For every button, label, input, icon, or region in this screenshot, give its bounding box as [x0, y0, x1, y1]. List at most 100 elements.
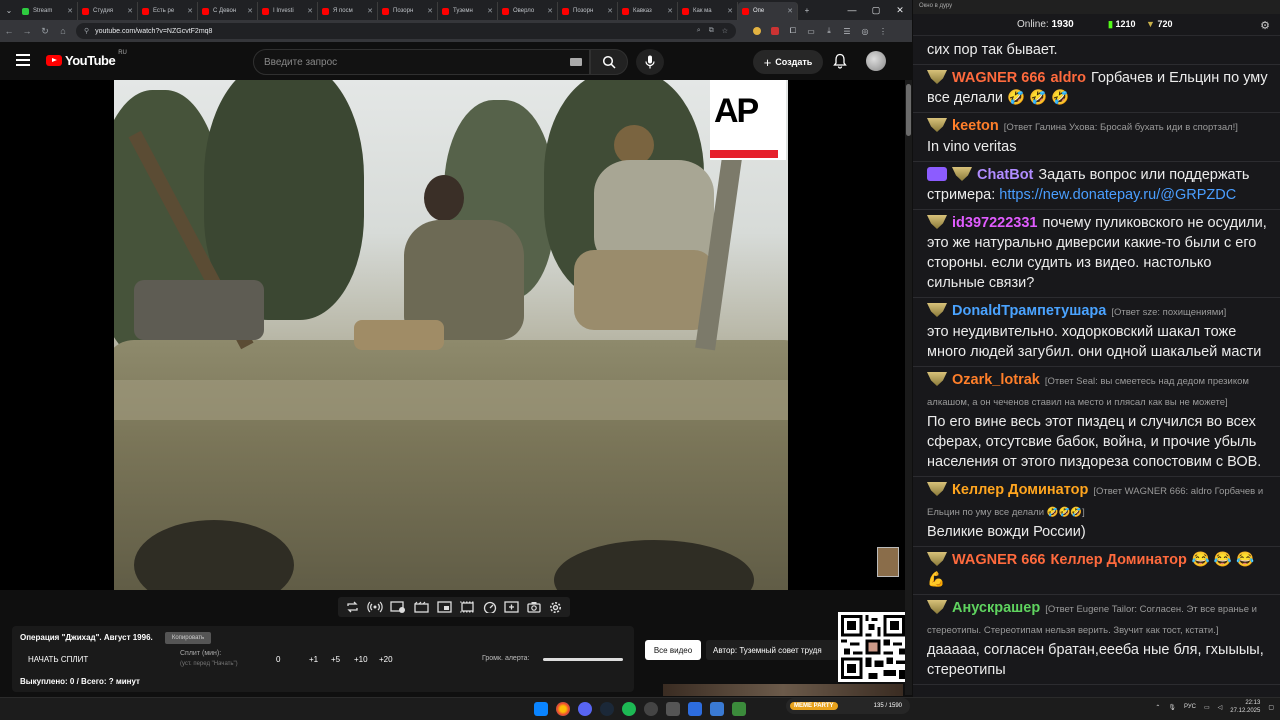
- chrome-icon[interactable]: [556, 702, 570, 716]
- url-field[interactable]: ⚲ youtube.com/watch?v=NZGcvtF2mq8 ⌕ ⧉ ☆: [76, 23, 736, 39]
- tab-close-icon[interactable]: ✕: [607, 7, 613, 15]
- notifications-bell-icon[interactable]: [832, 53, 848, 69]
- tab-close-icon[interactable]: ✕: [367, 7, 373, 15]
- spotify-icon[interactable]: [622, 702, 636, 716]
- youtube-logo[interactable]: YouTube RU: [46, 50, 127, 68]
- tab-close-icon[interactable]: ✕: [187, 7, 193, 15]
- voice-search-button[interactable]: [636, 49, 664, 75]
- tab-close-icon[interactable]: ✕: [667, 7, 673, 15]
- tab-close-icon[interactable]: ✕: [307, 7, 313, 15]
- broadcast-icon[interactable]: [366, 601, 383, 613]
- film-icon[interactable]: [459, 601, 475, 613]
- add-clip-icon[interactable]: [504, 601, 520, 613]
- extension-icon[interactable]: [768, 24, 782, 38]
- start-split-button[interactable]: НАЧАТЬ СПЛИТ: [28, 655, 88, 664]
- tab-close-icon[interactable]: ✕: [487, 7, 493, 15]
- discord-icon[interactable]: [578, 702, 592, 716]
- chat-mention[interactable]: aldro: [1050, 70, 1085, 86]
- repeat-icon[interactable]: [346, 601, 359, 613]
- split-plus-5-button[interactable]: +5: [331, 655, 340, 664]
- scrollbar-thumb[interactable]: [906, 84, 911, 136]
- app-icon[interactable]: [688, 702, 702, 716]
- split-icon[interactable]: ▭: [804, 24, 818, 38]
- obs-icon[interactable]: [644, 702, 658, 716]
- chat-nick[interactable]: Ozark_lotrak: [952, 372, 1040, 388]
- tab-close-icon[interactable]: ✕: [127, 7, 133, 15]
- forward-icon[interactable]: →: [18, 22, 36, 40]
- meme-party-widget[interactable]: MEME PARTY 135 / 1590: [786, 698, 910, 714]
- split-value[interactable]: 0: [276, 655, 280, 664]
- browser-tab[interactable]: Stream ✕: [18, 2, 78, 20]
- chat-nick[interactable]: WAGNER 666: [952, 552, 1045, 568]
- network-icon[interactable]: ▭: [1204, 704, 1210, 711]
- keyboard-icon[interactable]: [570, 58, 582, 66]
- camera-icon[interactable]: [527, 601, 541, 613]
- clip-icon[interactable]: [414, 601, 429, 613]
- extension-icon[interactable]: [750, 24, 764, 38]
- chat-nick[interactable]: keeton: [952, 118, 999, 134]
- maximize-button[interactable]: ▢: [864, 0, 888, 20]
- donate-link[interactable]: https://new.donatepay.ru/@GRPZDC: [999, 187, 1236, 203]
- clock[interactable]: 22:13 27.12.2025: [1230, 699, 1260, 715]
- notifications-icon[interactable]: ▢: [1268, 704, 1274, 711]
- tab-close-icon[interactable]: ✕: [787, 7, 793, 15]
- app-icon[interactable]: [666, 702, 680, 716]
- browser-tab[interactable]: Опе ✕: [738, 2, 798, 20]
- tab-search-icon[interactable]: ⌄: [0, 1, 18, 19]
- account-icon[interactable]: ◎: [858, 24, 872, 38]
- search-button[interactable]: [590, 49, 628, 75]
- tab-close-icon[interactable]: ✕: [727, 7, 733, 15]
- tab-close-icon[interactable]: ✕: [547, 7, 553, 15]
- tab-close-icon[interactable]: ✕: [427, 7, 433, 15]
- browser-tab[interactable]: Позорн ✕: [558, 2, 618, 20]
- overlay-thumbnail[interactable]: [877, 547, 899, 577]
- chat-nick[interactable]: Келлер Доминатор: [952, 482, 1088, 498]
- app-icon[interactable]: [732, 702, 746, 716]
- new-tab-button[interactable]: +: [798, 1, 816, 19]
- chat-settings-icon[interactable]: ⚙: [1260, 19, 1270, 32]
- browser-tab[interactable]: I Investi ✕: [258, 2, 318, 20]
- language-indicator[interactable]: РУС: [1184, 704, 1196, 710]
- volume-icon[interactable]: ◁: [1218, 704, 1223, 711]
- browser-tab[interactable]: Я посм ✕: [318, 2, 378, 20]
- browser-tab[interactable]: Кавказ ✕: [618, 2, 678, 20]
- split-plus-1-button[interactable]: +1: [309, 655, 318, 664]
- avatar[interactable]: [866, 51, 886, 71]
- browser-tab[interactable]: Оверло ✕: [498, 2, 558, 20]
- tab-close-icon[interactable]: ✕: [247, 7, 253, 15]
- tray-chevron-icon[interactable]: ⌃: [1155, 704, 1160, 711]
- split-plus-20-button[interactable]: +20: [379, 655, 393, 664]
- extensions-puzzle-icon[interactable]: ⧠: [786, 24, 800, 38]
- tab-close-icon[interactable]: ✕: [67, 7, 73, 15]
- close-window-button[interactable]: ✕: [888, 0, 912, 20]
- alert-volume-slider[interactable]: [543, 658, 623, 661]
- browser-tab[interactable]: Как ма ✕: [678, 2, 738, 20]
- browser-tab[interactable]: С Девон ✕: [198, 2, 258, 20]
- windows-start-icon[interactable]: [534, 702, 548, 716]
- browser-tab[interactable]: Туземн ✕: [438, 2, 498, 20]
- menu-hamburger-icon[interactable]: [16, 54, 30, 66]
- chat-nick[interactable]: DonaldТрампетушара: [952, 303, 1106, 319]
- browser-tab[interactable]: Позорн ✕: [378, 2, 438, 20]
- microphone-tray-icon[interactable]: 🎙: [1168, 704, 1176, 711]
- chat-nick[interactable]: ChatBot: [977, 167, 1033, 183]
- video-player[interactable]: AP: [0, 80, 905, 590]
- chat-mention[interactable]: Келлер Доминатор: [1050, 552, 1186, 568]
- page-scrollbar[interactable]: [905, 80, 912, 695]
- create-button[interactable]: + Создать: [753, 50, 823, 74]
- zoom-icon[interactable]: ⌕: [697, 27, 701, 35]
- chat-nick[interactable]: WAGNER 666: [952, 70, 1045, 86]
- reload-icon[interactable]: ↻: [36, 22, 54, 40]
- back-icon[interactable]: ←: [0, 22, 18, 40]
- bookmark-star-icon[interactable]: ☆: [722, 27, 728, 35]
- search-input[interactable]: Введите запрос: [253, 49, 590, 75]
- minimize-button[interactable]: —: [840, 0, 864, 20]
- profile-icon[interactable]: ☰: [840, 24, 854, 38]
- site-info-icon[interactable]: ⚲: [84, 27, 89, 35]
- resize-icon[interactable]: [437, 601, 452, 613]
- browser-tab[interactable]: Студия ✕: [78, 2, 138, 20]
- settings-icon[interactable]: [549, 601, 562, 614]
- all-videos-button[interactable]: Все видео: [645, 640, 701, 660]
- chat-nick[interactable]: Анускрашер: [952, 600, 1040, 616]
- chat-nick[interactable]: id397222331: [952, 215, 1037, 231]
